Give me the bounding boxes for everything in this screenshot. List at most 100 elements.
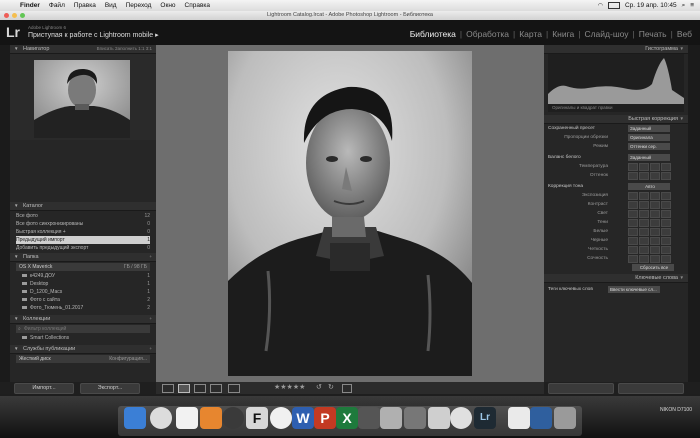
- apple-icon[interactable]: [6, 2, 14, 10]
- close-icon[interactable]: [4, 13, 9, 18]
- publish-item[interactable]: Жесткий диск Конфигурация...: [16, 355, 150, 363]
- excel-icon[interactable]: X: [336, 407, 358, 429]
- collection-filter-input[interactable]: Фильтр коллекций: [16, 325, 150, 333]
- contrast-buttons[interactable]: [628, 201, 671, 209]
- highlights-buttons[interactable]: [628, 210, 671, 218]
- menu-edit[interactable]: Правка: [74, 2, 96, 9]
- export-button[interactable]: Экспорт...: [80, 383, 140, 394]
- text-editor-icon[interactable]: [380, 407, 402, 429]
- finder-icon[interactable]: [124, 407, 146, 429]
- folder-item[interactable]: D_1200_Macs 1: [16, 288, 150, 296]
- treatment-select[interactable]: Оттенки сер.: [628, 143, 670, 150]
- calendar-icon[interactable]: [176, 407, 198, 429]
- module-library[interactable]: Библиотека: [406, 29, 460, 39]
- rotate-right-icon[interactable]: ↻: [328, 383, 334, 391]
- folder-item[interactable]: Desktop 1: [16, 280, 150, 288]
- crop-select[interactable]: Оригинала: [628, 134, 670, 141]
- folder-item[interactable]: Фото с сайта 2: [16, 296, 150, 304]
- vibrance-buttons[interactable]: [628, 255, 671, 263]
- wifi-icon[interactable]: ◠: [598, 2, 603, 9]
- add-publish-button[interactable]: +: [149, 345, 152, 353]
- folder-item[interactable]: к4249.ДОУ 1: [16, 272, 150, 280]
- navigator-preview[interactable]: [10, 54, 156, 140]
- publish-header[interactable]: ▼ Службы публикации +: [10, 345, 156, 354]
- preview-icon[interactable]: [404, 407, 426, 429]
- word-icon[interactable]: W: [292, 407, 314, 429]
- survey-view-icon[interactable]: [210, 384, 222, 393]
- blacks-buttons[interactable]: [628, 237, 671, 245]
- loupe-view[interactable]: [156, 45, 544, 382]
- itunes-icon[interactable]: [270, 407, 292, 429]
- menu-window[interactable]: Окно: [160, 2, 175, 9]
- list-item[interactable]: Быстрая коллекция +0: [16, 228, 150, 236]
- histogram[interactable]: Оригиналы и квадрат правки: [548, 54, 684, 112]
- keyword-tags-select[interactable]: Ввести ключевые сл...: [608, 286, 660, 293]
- temperature-buttons[interactable]: [628, 163, 671, 171]
- list-item[interactable]: Добавить предыдущий экспорт 0: [16, 244, 150, 252]
- smart-collections-item[interactable]: Smart Collections: [16, 334, 150, 342]
- list-item-selected[interactable]: Предыдущий импорт 1: [16, 236, 150, 244]
- list-item[interactable]: Все фото синхронизированы 0: [16, 220, 150, 228]
- loupe-view-icon[interactable]: [178, 384, 190, 393]
- right-panel-toggle[interactable]: [688, 45, 700, 382]
- volume-row[interactable]: OS X Maverick ГБ / 98 ГБ: [16, 263, 150, 271]
- desktop-folder-icon[interactable]: [530, 407, 552, 429]
- catalog-header[interactable]: ▼ Каталог: [10, 202, 156, 211]
- crop-overlay-icon[interactable]: [342, 384, 352, 393]
- folders-header[interactable]: ▼ Папка +: [10, 253, 156, 262]
- reset-all-button[interactable]: Сбросить все: [632, 264, 674, 271]
- search-icon[interactable]: ⌕: [682, 2, 686, 10]
- module-web[interactable]: Веб: [673, 29, 696, 39]
- rating-stars[interactable]: ★★★★★: [274, 383, 305, 391]
- folder-item[interactable]: Фото_Тюмень_01.2017 2: [16, 304, 150, 312]
- speaker-icon[interactable]: [222, 407, 244, 429]
- chrome-icon[interactable]: [450, 407, 472, 429]
- histogram-note[interactable]: Оригиналы и квадрат правки: [552, 105, 613, 110]
- module-slideshow[interactable]: Слайд-шоу: [580, 29, 632, 39]
- navigator-header[interactable]: ▼ Навигатор Вписать Заполнить 1:1 3:1: [10, 45, 156, 54]
- add-collection-button[interactable]: +: [149, 315, 152, 323]
- saved-preset-select[interactable]: Заданный: [628, 125, 670, 132]
- list-item[interactable]: Все фото 12: [16, 212, 150, 220]
- module-print[interactable]: Печать: [635, 29, 671, 39]
- clock[interactable]: Ср. 19 апр. 10:45: [625, 2, 677, 9]
- import-button[interactable]: Импорт...: [14, 383, 74, 394]
- module-develop[interactable]: Обработка: [462, 29, 513, 39]
- quick-develop-header[interactable]: Быстрая коррекция ▼: [544, 115, 688, 124]
- rotate-left-icon[interactable]: ↺: [316, 383, 322, 391]
- exposure-buttons[interactable]: [628, 192, 671, 200]
- shadows-buttons[interactable]: [628, 219, 671, 227]
- battery-icon[interactable]: [607, 2, 620, 9]
- lightroom-icon[interactable]: Lr: [474, 407, 496, 429]
- keywords-header[interactable]: Ключевые слова ▼: [544, 274, 688, 283]
- identity-title[interactable]: Приступая к работе с Lightroom mobile ▸: [28, 31, 159, 39]
- compare-view-icon[interactable]: [194, 384, 206, 393]
- tint-buttons[interactable]: [628, 172, 671, 180]
- histogram-header[interactable]: Гистограмма ▼: [544, 45, 688, 54]
- navigator-zoom-options[interactable]: Вписать Заполнить 1:1 3:1: [97, 45, 152, 53]
- font-app-icon[interactable]: F: [246, 407, 268, 429]
- photos-icon[interactable]: [428, 407, 450, 429]
- people-view-icon[interactable]: [228, 384, 240, 393]
- utility-icon[interactable]: [358, 407, 380, 429]
- trash-icon[interactable]: [554, 407, 576, 429]
- menu-view[interactable]: Вид: [105, 2, 117, 9]
- collections-header[interactable]: ▼ Коллекции +: [10, 315, 156, 324]
- grid-view-icon[interactable]: [162, 384, 174, 393]
- menu-list-icon[interactable]: ≡: [690, 2, 694, 9]
- sync-settings-button[interactable]: [618, 383, 684, 394]
- menu-help[interactable]: Справка: [185, 2, 211, 9]
- menu-finder[interactable]: Finder: [20, 2, 40, 9]
- zoom-icon[interactable]: [20, 13, 25, 18]
- powerpoint-icon[interactable]: P: [314, 407, 336, 429]
- module-book[interactable]: Книга: [548, 29, 578, 39]
- document-icon[interactable]: [508, 407, 530, 429]
- menu-go[interactable]: Переход: [126, 2, 152, 9]
- transmission-icon[interactable]: [200, 407, 222, 429]
- sync-metadata-button[interactable]: [548, 383, 614, 394]
- left-panel-toggle[interactable]: [0, 45, 10, 382]
- add-folder-button[interactable]: +: [149, 253, 152, 261]
- minimize-icon[interactable]: [12, 13, 17, 18]
- white-balance-select[interactable]: Заданный: [628, 154, 670, 161]
- module-map[interactable]: Карта: [515, 29, 546, 39]
